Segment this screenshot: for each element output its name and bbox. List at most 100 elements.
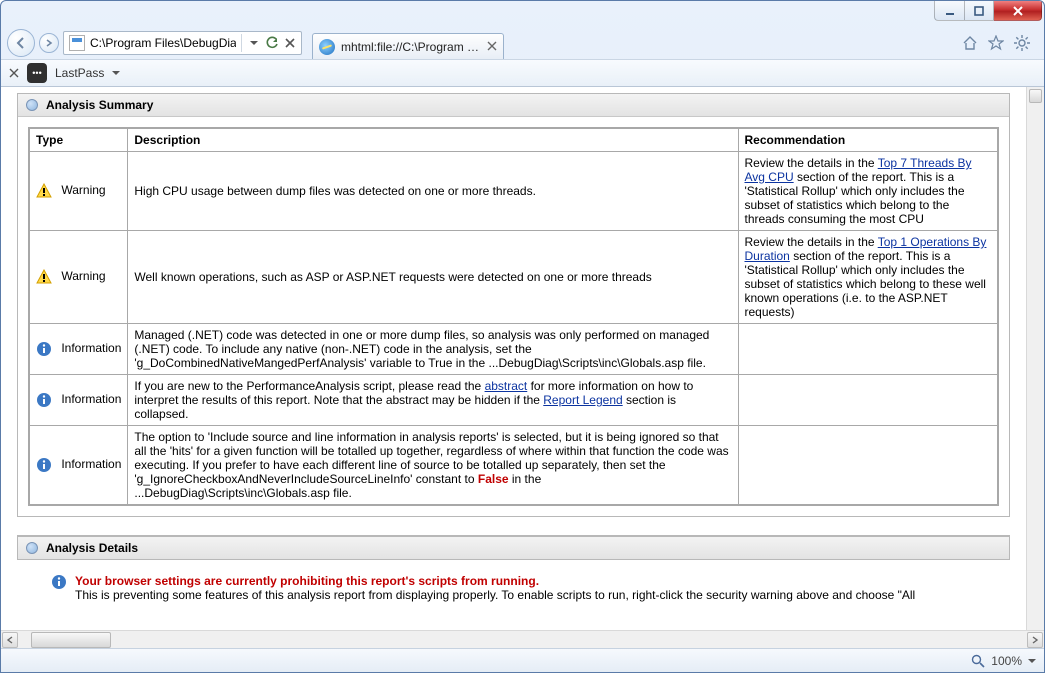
table-row: Warning Well known operations, such as A… bbox=[29, 231, 998, 324]
status-bar: 100% bbox=[1, 648, 1044, 672]
window-controls bbox=[934, 1, 1042, 21]
tools-button[interactable] bbox=[1014, 35, 1030, 51]
row-description: High CPU usage between dump files was de… bbox=[128, 152, 738, 231]
warning-icon bbox=[36, 269, 52, 285]
info-icon bbox=[36, 392, 52, 408]
lastpass-toolbar: ••• LastPass bbox=[1, 59, 1044, 87]
address-dropdown[interactable] bbox=[245, 34, 263, 52]
gear-icon bbox=[1014, 35, 1030, 51]
section-toggle-icon bbox=[26, 99, 38, 111]
ie-icon bbox=[319, 39, 335, 55]
forward-button[interactable] bbox=[39, 33, 59, 53]
row-description: Well known operations, such as ASP or AS… bbox=[128, 231, 738, 324]
summary-table: Type Description Recommendation bbox=[28, 127, 999, 506]
magnifier-icon bbox=[971, 654, 985, 668]
navigation-bar: mhtml:file://C:\Program Fil... bbox=[1, 27, 1044, 59]
false-constant: False bbox=[478, 472, 509, 486]
info-icon bbox=[51, 574, 67, 590]
toolbar-close-button[interactable] bbox=[9, 66, 19, 81]
chevron-right-icon bbox=[1031, 636, 1039, 644]
home-button[interactable] bbox=[962, 35, 978, 51]
table-row: Information Managed (.NET) code was dete… bbox=[29, 324, 998, 375]
row-recommendation: Review the details in the Top 7 Threads … bbox=[738, 152, 998, 231]
browser-window: mhtml:file://C:\Program Fil... ••• LastP… bbox=[0, 0, 1045, 673]
arrow-right-icon bbox=[45, 39, 53, 47]
home-icon bbox=[962, 35, 978, 51]
warning-icon bbox=[36, 183, 52, 199]
vertical-scrollbar[interactable] bbox=[1026, 87, 1044, 630]
content-viewport: Analysis Summary Type Description Recomm… bbox=[1, 87, 1044, 630]
row-recommendation: Review the details in the Top 1 Operatio… bbox=[738, 231, 998, 324]
table-row: Information The option to 'Include sourc… bbox=[29, 426, 998, 506]
lastpass-icon[interactable]: ••• bbox=[27, 63, 47, 83]
chevron-down-icon[interactable] bbox=[1028, 659, 1036, 663]
zoom-button[interactable] bbox=[971, 654, 985, 668]
summary-table-wrap: Type Description Recommendation bbox=[18, 117, 1009, 516]
col-type: Type bbox=[29, 128, 128, 152]
lastpass-label[interactable]: LastPass bbox=[55, 66, 104, 80]
scroll-thumb[interactable] bbox=[1029, 89, 1042, 103]
row-kind: Warning bbox=[61, 183, 105, 197]
close-button[interactable] bbox=[994, 1, 1042, 21]
chevron-down-icon bbox=[250, 41, 258, 45]
horizontal-scrollbar[interactable] bbox=[1, 630, 1044, 648]
chevron-left-icon bbox=[6, 636, 14, 644]
script-warning-text: Your browser settings are currently proh… bbox=[75, 574, 915, 602]
scroll-thumb[interactable] bbox=[31, 632, 111, 648]
report-body[interactable]: Analysis Summary Type Description Recomm… bbox=[1, 87, 1026, 630]
tab-strip: mhtml:file://C:\Program Fil... bbox=[312, 27, 958, 59]
refresh-button[interactable] bbox=[263, 34, 281, 52]
tab-active[interactable]: mhtml:file://C:\Program Fil... bbox=[312, 33, 504, 59]
scroll-right-button[interactable] bbox=[1027, 632, 1043, 648]
report-legend-link[interactable]: Report Legend bbox=[543, 393, 622, 407]
back-button[interactable] bbox=[7, 29, 35, 57]
address-bar bbox=[63, 31, 302, 55]
minimize-button[interactable] bbox=[934, 1, 964, 21]
address-input[interactable] bbox=[88, 33, 238, 53]
zoom-level[interactable]: 100% bbox=[991, 654, 1022, 668]
abstract-link[interactable]: abstract bbox=[485, 379, 528, 393]
row-description: If you are new to the PerformanceAnalysi… bbox=[128, 375, 738, 426]
row-description: Managed (.NET) code was detected in one … bbox=[128, 324, 738, 375]
row-kind: Information bbox=[61, 457, 121, 471]
table-header-row: Type Description Recommendation bbox=[29, 128, 998, 152]
script-warning-body: This is preventing some features of this… bbox=[75, 588, 915, 602]
analysis-details-section: Analysis Details bbox=[17, 535, 1010, 560]
scroll-left-button[interactable] bbox=[2, 632, 18, 648]
row-kind: Information bbox=[61, 392, 121, 406]
table-row: Information If you are new to the Perfor… bbox=[29, 375, 998, 426]
analysis-summary-section: Analysis Summary Type Description Recomm… bbox=[17, 93, 1010, 517]
close-icon bbox=[284, 37, 296, 49]
tab-close-button[interactable] bbox=[487, 40, 497, 54]
star-icon bbox=[988, 35, 1004, 51]
row-recommendation bbox=[738, 426, 998, 506]
section-title: Analysis Details bbox=[46, 541, 138, 555]
section-toggle-icon bbox=[26, 542, 38, 554]
col-recommendation: Recommendation bbox=[738, 128, 998, 152]
maximize-button[interactable] bbox=[964, 1, 994, 21]
section-title: Analysis Summary bbox=[46, 98, 153, 112]
tab-title: mhtml:file://C:\Program Fil... bbox=[341, 40, 481, 54]
col-description: Description bbox=[128, 128, 738, 152]
info-icon bbox=[36, 341, 52, 357]
page-icon bbox=[69, 35, 85, 51]
chevron-down-icon[interactable] bbox=[112, 71, 120, 75]
close-icon bbox=[487, 41, 497, 51]
arrow-left-icon bbox=[14, 36, 28, 50]
info-icon bbox=[36, 457, 52, 473]
analysis-summary-header[interactable]: Analysis Summary bbox=[18, 94, 1009, 117]
refresh-icon bbox=[265, 36, 279, 50]
favorites-button[interactable] bbox=[988, 35, 1004, 51]
script-warning: Your browser settings are currently proh… bbox=[7, 560, 1020, 608]
close-icon bbox=[9, 68, 19, 78]
script-warning-headline: Your browser settings are currently proh… bbox=[75, 574, 915, 588]
titlebar bbox=[1, 1, 1044, 27]
table-row: Warning High CPU usage between dump file… bbox=[29, 152, 998, 231]
chrome-right-icons bbox=[962, 35, 1038, 51]
analysis-details-header[interactable]: Analysis Details bbox=[17, 536, 1010, 560]
row-description: The option to 'Include source and line i… bbox=[128, 426, 738, 506]
row-kind: Warning bbox=[61, 269, 105, 283]
stop-button[interactable] bbox=[281, 34, 299, 52]
row-recommendation bbox=[738, 375, 998, 426]
row-recommendation bbox=[738, 324, 998, 375]
